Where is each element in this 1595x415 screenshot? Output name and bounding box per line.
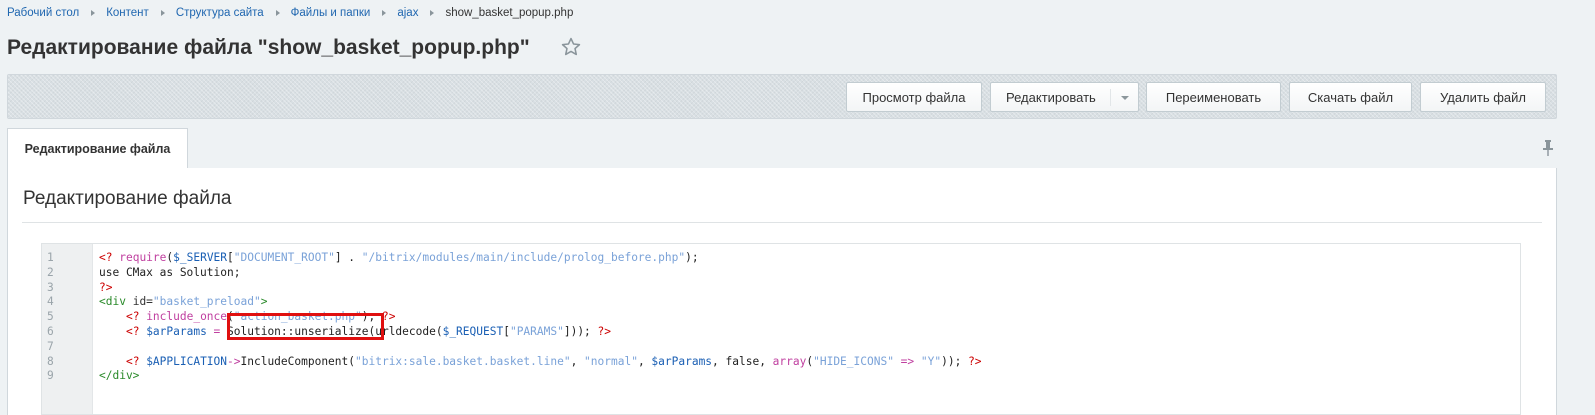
code-line: ?>	[99, 280, 113, 294]
code-punct: ));	[941, 354, 969, 368]
code-punct: ]));	[563, 325, 598, 338]
code-operator: =	[206, 325, 228, 338]
chevron-right-icon	[382, 10, 387, 16]
code-punct: ] .	[334, 251, 362, 264]
breadcrumb: Рабочий стол Контент Структура сайта Фай…	[7, 6, 573, 20]
divider	[22, 222, 1542, 223]
code-string: "/bitrix/modules/main/include/prolog_bef…	[361, 251, 686, 264]
code-variable: $arParams	[651, 354, 713, 368]
breadcrumb-current: show_basket_popup.php	[445, 7, 574, 19]
dropdown-divider	[1110, 89, 1111, 106]
php-open-tag: <?	[99, 251, 113, 264]
php-open-tag: <?	[125, 310, 140, 324]
html-tag: <div	[99, 295, 126, 309]
star-icon[interactable]	[560, 36, 582, 58]
code-line: <? require($_SERVER["DOCUMENT_ROOT"] . "…	[99, 251, 699, 266]
html-attr: id=	[132, 295, 153, 309]
line-number: 6	[47, 325, 54, 338]
code-method: IncludeComponent(	[240, 354, 356, 368]
chevron-right-icon	[160, 10, 165, 16]
line-number: 7	[47, 339, 54, 353]
code-variable: $arParams	[146, 325, 207, 338]
line-number: 2	[47, 265, 54, 279]
line-number: 3	[47, 280, 54, 294]
code-operator: ->	[227, 354, 241, 368]
line-number: 1	[47, 251, 54, 264]
code-string: "PARAMS"	[509, 325, 564, 338]
code-string: "Y"	[920, 354, 942, 368]
code-string: "DOCUMENT_ROOT"	[233, 251, 335, 264]
php-open-tag: <?	[125, 325, 140, 338]
html-tag: >	[260, 295, 268, 309]
download-file-button[interactable]: Скачать файл	[1289, 82, 1412, 112]
code-punct: [	[227, 251, 234, 264]
code-editor[interactable]: 1 2 3 4 5 6 7 8 9 <? require($_SERVER["D…	[41, 243, 1521, 415]
chevron-right-icon	[275, 10, 280, 16]
code-variable: $_SERVER	[173, 251, 228, 264]
breadcrumb-item-files-folders[interactable]: Файлы и папки	[291, 7, 371, 19]
breadcrumb-item-ajax[interactable]: ajax	[397, 7, 418, 19]
chevron-down-icon	[1121, 96, 1129, 100]
php-close-tag: ?>	[968, 354, 982, 368]
breadcrumb-item-content[interactable]: Контент	[106, 7, 149, 19]
code-punct: , false,	[712, 354, 773, 368]
code-string: "basket_preload"	[152, 295, 261, 309]
code-operator: =>	[893, 354, 921, 368]
code-line: <? $APPLICATION->IncludeComponent("bitri…	[99, 355, 982, 370]
code-punct: ,	[570, 354, 585, 368]
view-file-button[interactable]: Просмотр файла	[846, 82, 982, 112]
code-punct: ,	[637, 354, 652, 368]
line-number: 5	[47, 310, 54, 324]
line-number: 8	[47, 354, 54, 368]
edit-panel: Редактирование файла 1 2 3 4 5 6 7 8 9 <…	[7, 168, 1557, 415]
tab-strip: Редактирование файла	[7, 128, 1557, 169]
code-string: "normal"	[584, 354, 638, 368]
edit-dropdown-button[interactable]: Редактировать	[990, 82, 1139, 112]
code-line: </div>	[99, 369, 140, 383]
delete-file-button[interactable]: Удалить файл	[1420, 82, 1546, 112]
rename-button[interactable]: Переименовать	[1146, 82, 1281, 112]
breadcrumb-item-desktop[interactable]: Рабочий стол	[7, 7, 79, 19]
line-number: 4	[47, 295, 54, 309]
code-string: "HIDE_ICONS"	[813, 354, 894, 368]
chevron-right-icon	[430, 10, 435, 16]
page-title: Редактирование файла "show_basket_popup.…	[7, 36, 530, 59]
tab-edit-file[interactable]: Редактирование файла	[7, 128, 188, 169]
edit-button-label: Редактировать	[1006, 89, 1096, 105]
code-variable: $APPLICATION	[146, 354, 228, 368]
line-number-gutter: 1 2 3 4 5 6 7 8 9	[42, 244, 93, 414]
code-function: array	[772, 354, 807, 368]
section-title: Редактирование файла	[23, 188, 232, 209]
code-line: <div id="basket_preload">	[99, 295, 267, 310]
code-function: include_once	[146, 310, 228, 324]
toolbar: Просмотр файла Редактировать Переименова…	[7, 74, 1557, 119]
code-punct: [	[503, 325, 510, 338]
code-variable: $_REQUEST	[442, 325, 504, 338]
code-string: "bitrix:sale.basket.basket.line"	[355, 354, 571, 368]
line-number: 9	[47, 369, 54, 383]
chevron-right-icon	[91, 10, 96, 16]
highlight-annotation	[227, 313, 384, 340]
code-line: use CMax as Solution;	[99, 265, 241, 279]
pin-icon[interactable]	[1540, 139, 1556, 157]
php-close-tag: ?>	[597, 325, 612, 338]
code-function: require	[119, 251, 167, 264]
breadcrumb-item-site-structure[interactable]: Структура сайта	[176, 7, 264, 19]
code-punct: );	[685, 251, 699, 264]
php-open-tag: <?	[125, 354, 140, 368]
